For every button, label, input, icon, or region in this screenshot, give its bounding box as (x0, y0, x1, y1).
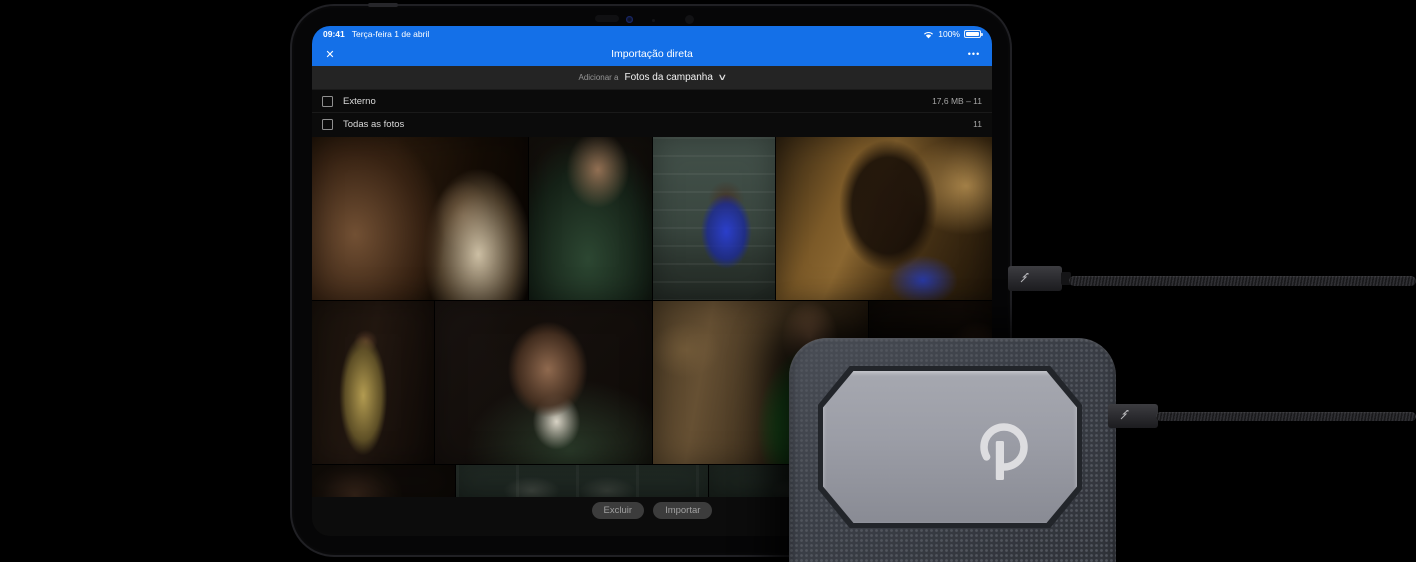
g-drive-logo-icon (974, 418, 1036, 495)
ssd-plate-frame (818, 366, 1082, 528)
source-list: Externo 17,6 MB – 11 Todas as fotos 11 (312, 89, 992, 135)
photo-tile[interactable] (529, 137, 652, 300)
source-row-externo[interactable]: Externo 17,6 MB – 11 (312, 89, 992, 112)
power-button[interactable] (368, 3, 398, 7)
ssd-plate (823, 371, 1077, 523)
ellipsis-icon: ••• (968, 49, 980, 59)
status-date: Terça-feira 1 de abril (352, 29, 429, 39)
battery-percentage: 100% (938, 29, 960, 39)
status-time: 09:41 (323, 29, 345, 39)
photo-tile[interactable] (312, 301, 434, 464)
page-title: Importação direta (312, 48, 992, 60)
camera-lens-icon (685, 15, 694, 24)
app-header: ✕ Importação direta ••• (312, 42, 992, 66)
thunderbolt-cable-ssd (1156, 412, 1416, 421)
close-icon: ✕ (325, 48, 334, 61)
source-detail: 17,6 MB – 11 (932, 96, 982, 106)
photo-tile[interactable] (456, 465, 708, 497)
source-label: Todas as fotos (343, 119, 973, 130)
status-bar: 09:41 Terça-feira 1 de abril 100% (312, 26, 992, 42)
add-to-label: Adicionar a (578, 73, 618, 82)
external-ssd (789, 338, 1116, 562)
camera-pill (595, 15, 619, 22)
thunderbolt-connector-ipad (1008, 266, 1062, 291)
album-name: Fotos da campanha (625, 72, 713, 83)
thunderbolt-connector-ssd (1108, 404, 1158, 428)
battery-icon (964, 30, 981, 38)
photo-tile[interactable] (312, 465, 455, 497)
add-to-bar: Adicionar a Fotos da campanha ∨ (312, 66, 992, 89)
more-options-button[interactable]: ••• (962, 42, 986, 66)
ambient-sensor-icon (652, 19, 655, 22)
wifi-icon (923, 30, 934, 39)
source-detail: 11 (973, 119, 982, 129)
album-selector[interactable]: Fotos da campanha ∨ (625, 72, 726, 83)
thunderbolt-icon (1020, 270, 1029, 288)
todas-checkbox[interactable] (322, 119, 333, 130)
photo-tile[interactable] (312, 137, 528, 300)
externo-checkbox[interactable] (322, 96, 333, 107)
delete-button[interactable]: Excluir (592, 502, 645, 519)
thunderbolt-icon (1120, 407, 1129, 425)
source-label: Externo (343, 96, 932, 107)
photo-tile[interactable] (776, 137, 992, 300)
close-button[interactable]: ✕ (318, 42, 342, 66)
photo-tile[interactable] (435, 301, 652, 464)
front-camera-icon (626, 16, 633, 23)
scene: 09:41 Terça-feira 1 de abril 100% ✕ Impo… (0, 0, 1416, 562)
thunderbolt-cable-ipad (1069, 276, 1416, 286)
chevron-down-icon: ∨ (717, 72, 727, 83)
source-row-todas[interactable]: Todas as fotos 11 (312, 112, 992, 135)
import-button[interactable]: Importar (653, 502, 712, 519)
photo-tile[interactable] (653, 137, 775, 300)
